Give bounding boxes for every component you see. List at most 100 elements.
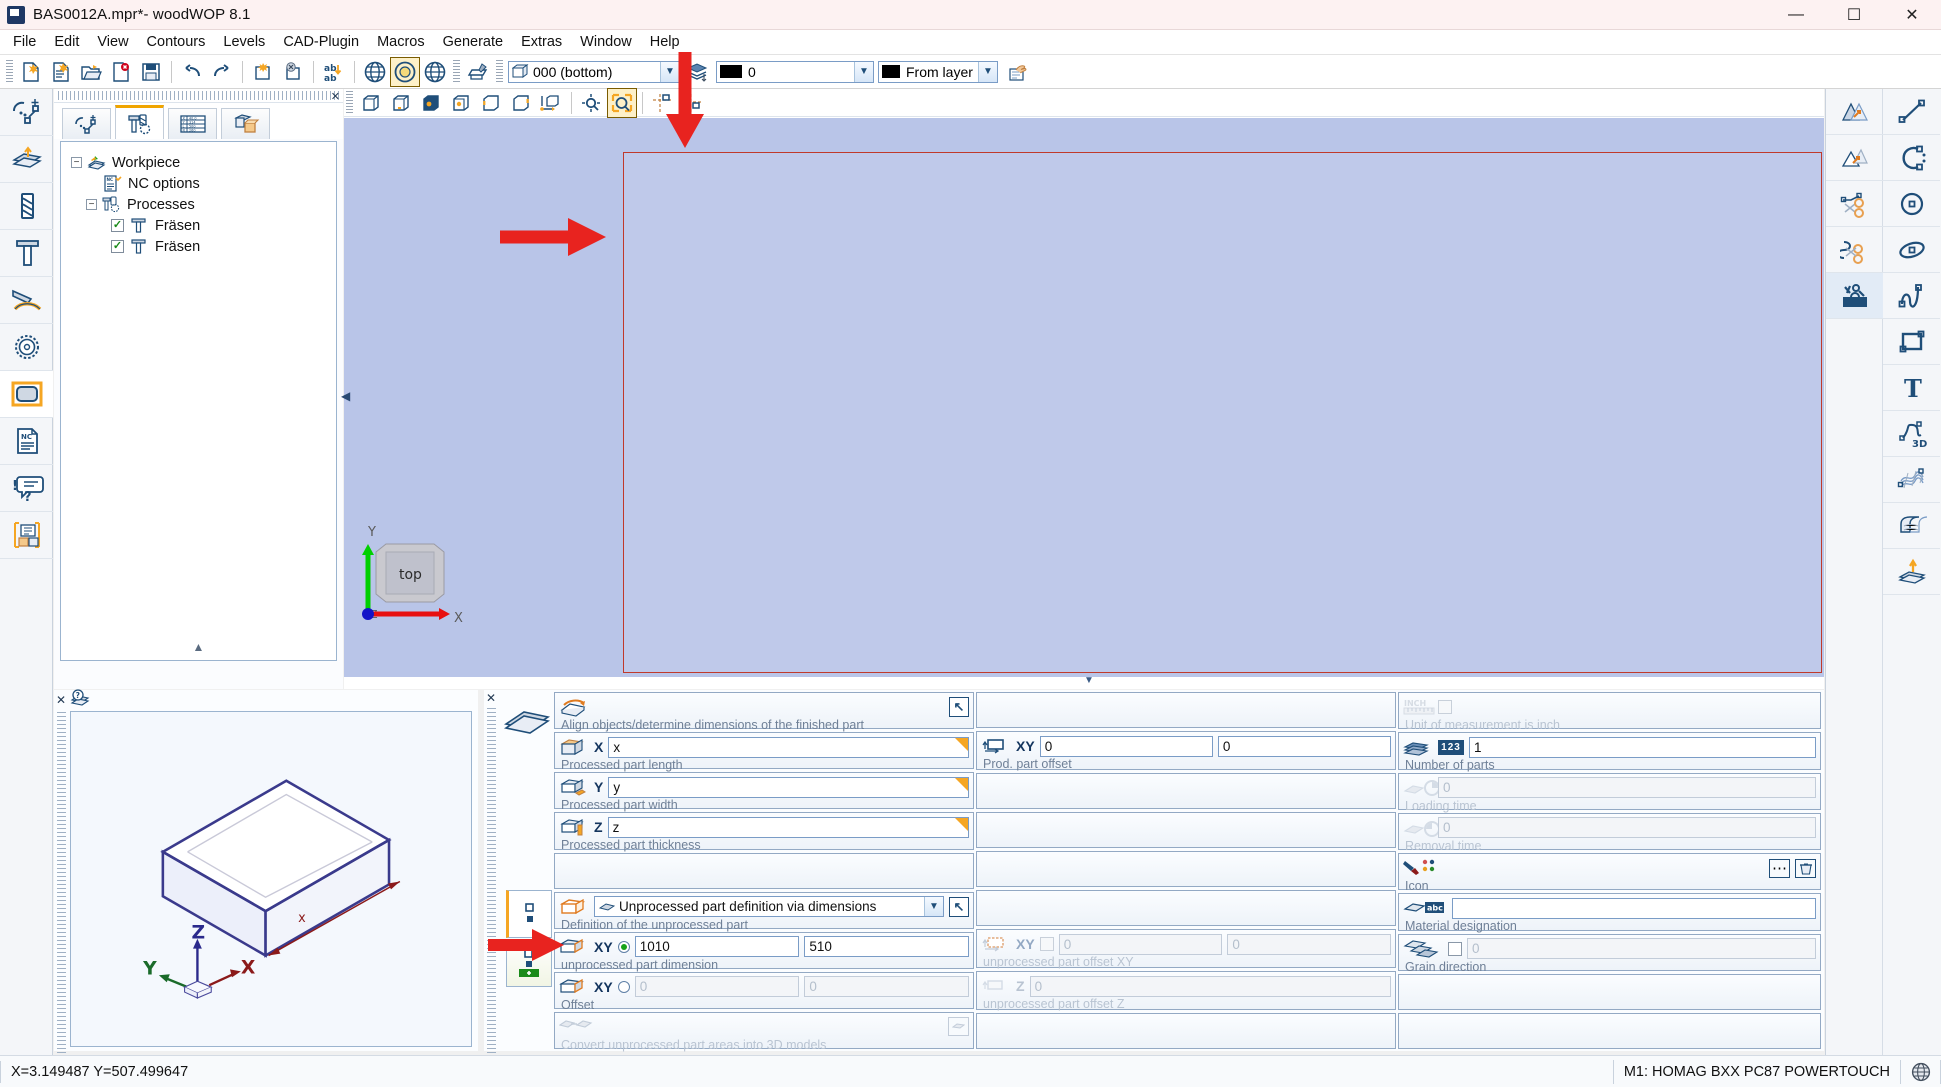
split-contour-icon[interactable] xyxy=(1826,227,1883,273)
rename-variable-icon[interactable]: ab ab xyxy=(319,57,349,87)
tree-panel-grip[interactable]: ✕ xyxy=(54,89,343,103)
layers-icon[interactable] xyxy=(683,57,713,87)
new-program-icon[interactable] xyxy=(16,57,46,87)
processed-part-length-input[interactable]: x xyxy=(608,736,969,758)
view-isometric-icon[interactable] xyxy=(356,88,386,118)
menu-help[interactable]: Help xyxy=(641,31,689,53)
delete-variable-icon[interactable] xyxy=(278,57,308,87)
removal-time-input[interactable]: 0 xyxy=(1438,817,1816,839)
view-wireframe-icon[interactable] xyxy=(386,88,416,118)
grid-corner-icon[interactable] xyxy=(678,88,708,118)
tree-checkbox[interactable]: ✓ xyxy=(111,219,124,232)
save-icon[interactable] xyxy=(136,57,166,87)
unprocessed-offset-x-input[interactable]: 0 xyxy=(634,976,800,998)
new-from-template-icon[interactable] xyxy=(46,57,76,87)
view-left-icon[interactable] xyxy=(476,88,506,118)
material-designation-input[interactable] xyxy=(1452,897,1816,919)
unprocessed-offset-xy-checkbox[interactable] xyxy=(1039,937,1054,951)
rectangle-icon[interactable] xyxy=(1883,319,1940,365)
nc-macro-icon[interactable]: NC xyxy=(0,418,53,465)
color-select[interactable]: 0 ▼ xyxy=(716,60,874,83)
tree-node-fraesen-2[interactable]: ✓ Fräsen xyxy=(71,236,330,257)
menu-file[interactable]: File xyxy=(4,31,45,53)
zoom-pan-icon[interactable] xyxy=(577,88,607,118)
chevron-down-icon[interactable]: ▼ xyxy=(660,61,679,82)
machine-status-icon[interactable] xyxy=(1901,1059,1941,1084)
extrude-icon[interactable] xyxy=(1883,549,1940,595)
icon-browse-button[interactable]: ⋯ xyxy=(1769,858,1790,878)
trash-icon[interactable] xyxy=(1795,858,1816,878)
saw-cut-icon[interactable] xyxy=(0,277,53,324)
tab-components[interactable] xyxy=(221,108,270,139)
tree-close-icon[interactable]: ✕ xyxy=(331,90,340,103)
form-sidetab-add[interactable] xyxy=(506,939,552,987)
workpiece-outline[interactable] xyxy=(623,152,1822,673)
unprocessed-offset-y-input[interactable]: 0 xyxy=(804,976,969,998)
cad-splitter[interactable] xyxy=(344,675,1824,689)
menu-view[interactable]: View xyxy=(88,31,137,53)
convert-3d-button[interactable] xyxy=(948,1017,969,1037)
menu-generate[interactable]: Generate xyxy=(434,31,512,53)
linetype-select[interactable]: From layer ▼ xyxy=(878,60,998,83)
cad-canvas[interactable]: Y X Z top xyxy=(344,118,1824,677)
unprocessed-offset-xy-x-input[interactable]: 0 xyxy=(1058,933,1223,955)
minimize-button[interactable]: — xyxy=(1767,0,1825,30)
drill-icon[interactable] xyxy=(0,183,53,230)
expander-icon[interactable]: − xyxy=(86,199,97,210)
tube-3d-icon[interactable] xyxy=(1883,503,1940,549)
tree-scroll-up-icon[interactable]: ▲ xyxy=(61,640,336,654)
maximize-button[interactable]: ☐ xyxy=(1825,0,1883,30)
grid-snap-icon[interactable] xyxy=(648,88,678,118)
prod-part-offset-y-input[interactable]: 0 xyxy=(1217,735,1391,757)
expander-icon[interactable]: − xyxy=(71,157,82,168)
toolbar-grip[interactable] xyxy=(6,59,13,84)
menu-window[interactable]: Window xyxy=(571,31,641,53)
loading-time-input[interactable]: 0 xyxy=(1438,777,1816,799)
cad-toolbar-grip[interactable] xyxy=(346,90,353,115)
number-of-parts-input[interactable]: 1 xyxy=(1469,736,1816,758)
level-select[interactable]: 000 (bottom) ▼ xyxy=(508,60,680,83)
menu-edit[interactable]: Edit xyxy=(45,31,88,53)
grain-direction-checkbox[interactable] xyxy=(1448,941,1462,956)
tree-checkbox[interactable]: ✓ xyxy=(111,240,124,253)
tab-variables[interactable]: X Y L R 40.0 314 500 260 xyxy=(168,108,217,139)
preview-grip[interactable] xyxy=(57,712,66,1073)
preview-canvas[interactable]: x Z Y X xyxy=(70,711,472,1047)
machine-setup-icon[interactable] xyxy=(463,57,493,87)
undo-icon[interactable] xyxy=(177,57,207,87)
close-button[interactable]: ✕ xyxy=(1883,0,1941,30)
ellipse-icon[interactable] xyxy=(1883,227,1940,273)
chevron-down-icon[interactable]: ▼ xyxy=(924,897,943,916)
unit-is-inch-checkbox[interactable] xyxy=(1438,700,1452,714)
chevron-down-icon[interactable]: ▼ xyxy=(854,61,873,82)
menu-extras[interactable]: Extras xyxy=(512,31,571,53)
tree-node-fraesen-1[interactable]: ✓ Fräsen xyxy=(71,215,330,236)
global-view-icon[interactable] xyxy=(360,57,390,87)
variable-list-icon[interactable] xyxy=(0,512,53,559)
saw-blade-icon[interactable] xyxy=(0,324,53,371)
menu-macros[interactable]: Macros xyxy=(368,31,434,53)
world-view-icon[interactable] xyxy=(420,57,450,87)
preview-close-icon[interactable]: ✕ xyxy=(54,693,66,707)
chevron-down-icon[interactable]: ▼ xyxy=(978,61,997,82)
tree-collapse-handle[interactable]: ◀ xyxy=(341,389,350,403)
menu-levels[interactable]: Levels xyxy=(214,31,274,53)
toolbox-icon[interactable] xyxy=(1826,273,1883,319)
sphere-view-icon[interactable] xyxy=(390,56,420,87)
unprocessed-offset-z-input[interactable]: 0 xyxy=(1029,975,1391,997)
view-right-icon[interactable] xyxy=(506,88,536,118)
menu-contours[interactable]: Contours xyxy=(138,31,215,53)
spline-icon[interactable] xyxy=(1883,273,1940,319)
view-front-icon[interactable] xyxy=(416,88,446,118)
unprocessed-dimension-x-input[interactable]: 1010 xyxy=(634,936,800,958)
processed-part-thickness-input[interactable]: z xyxy=(607,816,969,838)
processed-part-width-input[interactable]: y xyxy=(608,776,969,798)
tree-node-processes[interactable]: − Processes xyxy=(71,194,330,215)
pocket-icon[interactable] xyxy=(0,371,53,418)
orientation-widget[interactable]: Y X Z top xyxy=(354,522,484,642)
prod-part-offset-x-input[interactable]: 0 xyxy=(1039,735,1213,757)
mirror-copy-icon[interactable] xyxy=(1826,89,1883,135)
unprocessed-offset-radio[interactable] xyxy=(617,980,630,993)
help-comment-icon[interactable]: !? xyxy=(0,465,53,512)
tab-contours[interactable] xyxy=(62,108,111,139)
